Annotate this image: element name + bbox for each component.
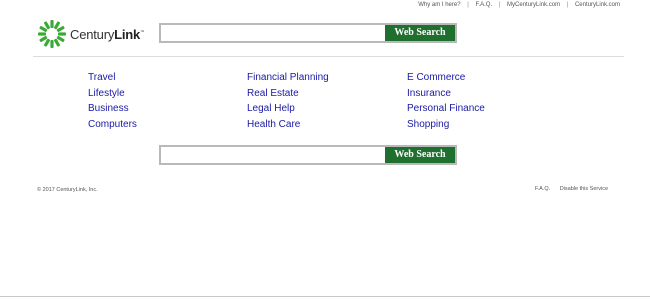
category-link-insurance[interactable]: Insurance bbox=[407, 86, 485, 102]
footer-faq-link[interactable]: F.A.Q. bbox=[535, 186, 550, 192]
disable-service-link[interactable]: Disable this Service bbox=[560, 186, 608, 192]
category-link-travel[interactable]: Travel bbox=[88, 70, 137, 86]
why-am-i-here-link[interactable]: Why am I here? bbox=[418, 2, 460, 8]
category-column: E Commerce Insurance Personal Finance Sh… bbox=[407, 70, 485, 132]
separator: | bbox=[498, 2, 501, 8]
category-column: Travel Lifestyle Business Computers bbox=[88, 70, 137, 132]
top-links: Why am I here? | F.A.Q. | MyCenturyLink.… bbox=[418, 2, 620, 8]
category-link-business[interactable]: Business bbox=[88, 101, 137, 117]
category-link-computers[interactable]: Computers bbox=[88, 117, 137, 133]
separator: | bbox=[566, 2, 569, 8]
category-links: Travel Lifestyle Business Computers Fina… bbox=[0, 70, 650, 134]
mycenturylink-link[interactable]: MyCenturyLink.com bbox=[507, 2, 560, 8]
category-link-health-care[interactable]: Health Care bbox=[247, 117, 329, 133]
page-bottom-border bbox=[0, 296, 650, 297]
category-column: Financial Planning Real Estate Legal Hel… bbox=[247, 70, 329, 132]
centurylink-logo[interactable]: CenturyLink™ bbox=[37, 19, 167, 51]
brand-name-bold: Link bbox=[114, 27, 141, 42]
bottom-web-search-button[interactable]: Web Search bbox=[385, 147, 455, 163]
top-search-bar: Web Search bbox=[159, 23, 457, 43]
category-link-real-estate[interactable]: Real Estate bbox=[247, 86, 329, 102]
bottom-search-input[interactable] bbox=[161, 147, 387, 163]
category-link-shopping[interactable]: Shopping bbox=[407, 117, 485, 133]
copyright-text: © 2017 CenturyLink, Inc. bbox=[37, 187, 98, 193]
top-search-input[interactable] bbox=[161, 25, 387, 41]
category-link-financial-planning[interactable]: Financial Planning bbox=[247, 70, 329, 86]
brand-name: CenturyLink™ bbox=[70, 27, 144, 42]
faq-top-link[interactable]: F.A.Q. bbox=[475, 2, 492, 8]
burst-logo-icon bbox=[38, 20, 66, 48]
centurylink-com-link[interactable]: CenturyLink.com bbox=[575, 2, 620, 8]
footer-links: F.A.Q. Disable this Service bbox=[527, 186, 608, 192]
category-link-e-commerce[interactable]: E Commerce bbox=[407, 70, 485, 86]
bottom-search-bar: Web Search bbox=[159, 145, 457, 165]
category-link-legal-help[interactable]: Legal Help bbox=[247, 101, 329, 117]
header-divider bbox=[33, 56, 624, 57]
trademark-mark: ™ bbox=[140, 29, 144, 34]
top-web-search-button[interactable]: Web Search bbox=[385, 25, 455, 41]
category-link-personal-finance[interactable]: Personal Finance bbox=[407, 101, 485, 117]
separator: | bbox=[467, 2, 469, 8]
brand-name-regular: Century bbox=[70, 27, 115, 42]
category-link-lifestyle[interactable]: Lifestyle bbox=[88, 86, 137, 102]
